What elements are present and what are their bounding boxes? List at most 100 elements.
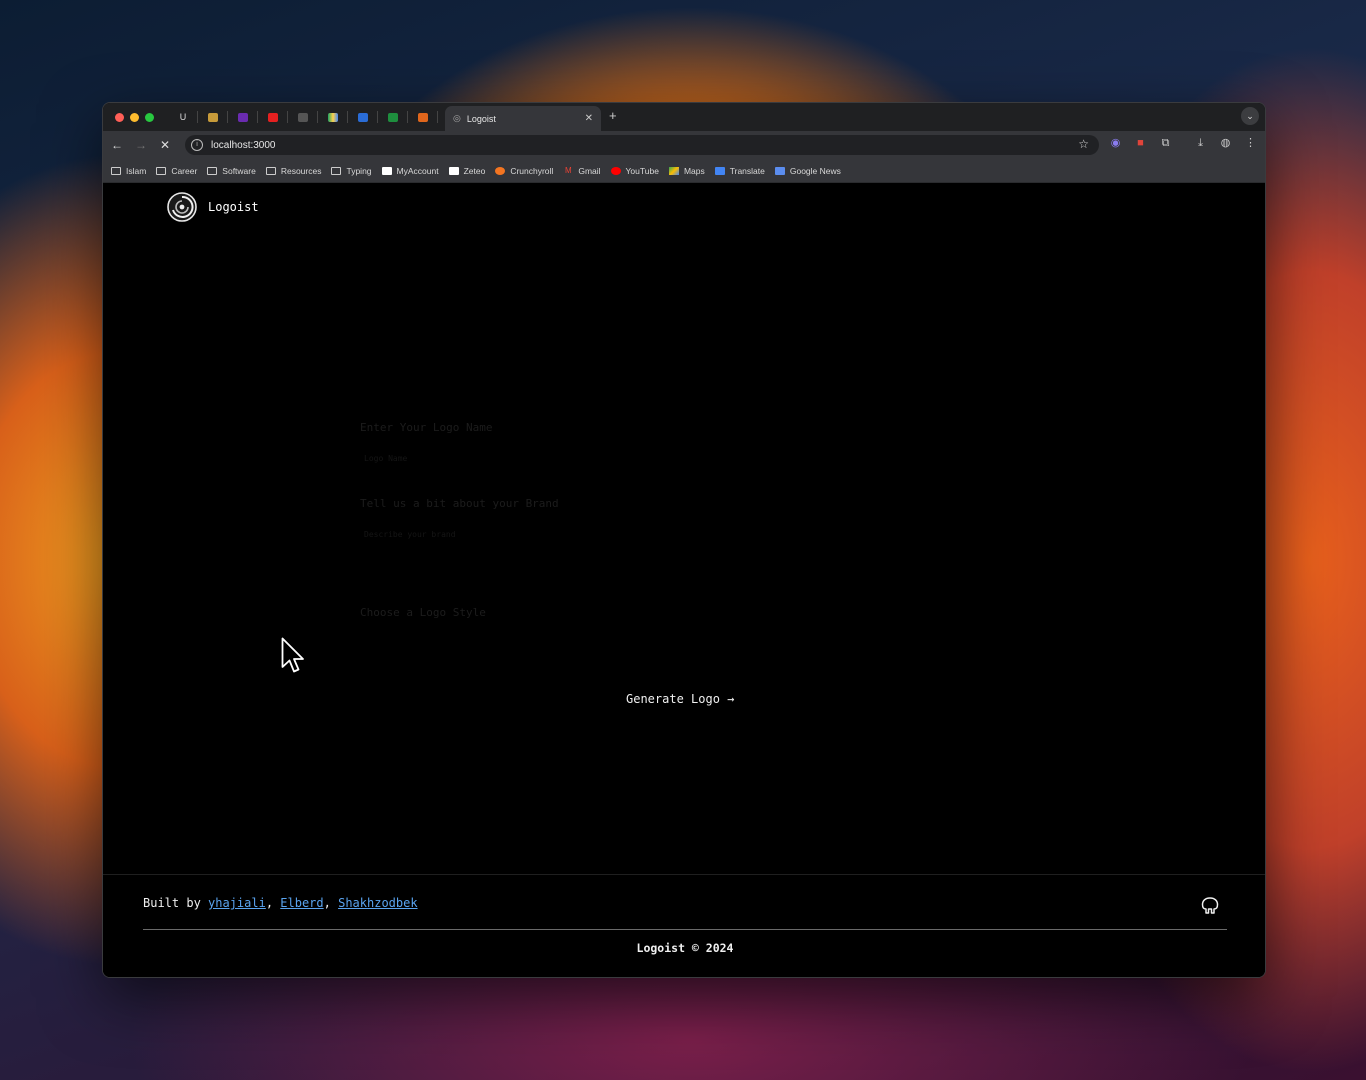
page-content: Logoist Enter Your Logo Name Logo Name T… — [103, 184, 1265, 977]
built-by-prefix: Built by — [143, 896, 209, 910]
bookmark-resources[interactable]: Resources — [265, 165, 322, 176]
brand-description-label: Tell us a bit about your Brand — [360, 497, 559, 510]
author-separator: , — [323, 896, 339, 910]
puzzle-icon[interactable]: ⧉ — [1159, 137, 1172, 150]
translate-icon — [714, 166, 725, 175]
brand-link[interactable]: Logoist — [167, 192, 259, 222]
mouse-cursor-icon — [281, 637, 304, 673]
bookmark-software[interactable]: Software — [207, 166, 256, 176]
tab-favicon — [328, 112, 338, 122]
author-link-shakhzodbek[interactable]: Shakhzodbek — [338, 896, 417, 910]
bookmark-star-icon[interactable]: ☆ — [1078, 137, 1089, 151]
folder-icon — [156, 166, 167, 175]
profile-avatar[interactable]: ◍ — [1219, 137, 1232, 150]
bookmark-maps[interactable]: Maps — [668, 165, 705, 176]
github-icon[interactable] — [1201, 895, 1219, 915]
tab-favicon — [268, 112, 278, 122]
bookmark-label: YouTube — [625, 165, 659, 176]
bookmark-label: Typing — [346, 165, 372, 176]
bookmark-label: Islam — [126, 165, 147, 176]
bookmark-crunchyroll[interactable]: Crunchyroll — [495, 166, 553, 176]
footer-divider — [143, 929, 1227, 930]
author-link-elberd[interactable]: Elberd — [280, 896, 323, 910]
window-controls — [115, 112, 154, 122]
copyright-text: Logoist © 2024 — [636, 941, 734, 955]
tab-favicon — [418, 112, 428, 122]
bookmark-myaccount[interactable]: MyAccount — [381, 165, 439, 176]
tab-search-button[interactable]: ⌄ — [1241, 107, 1259, 125]
site-info-icon[interactable]: i — [191, 139, 203, 151]
bookmark-label: Gmail — [578, 165, 601, 176]
download-icon[interactable]: ⤓ — [1194, 137, 1207, 150]
brand-description-input[interactable]: Describe your brand — [364, 530, 456, 539]
tab-mini[interactable] — [228, 103, 258, 131]
globe-icon: ◎ — [453, 113, 461, 123]
new-tab-button[interactable]: + — [609, 109, 617, 123]
folder-icon — [111, 166, 121, 175]
tab-active[interactable]: ◎ Logoist ✕ — [445, 106, 601, 131]
extension-icon[interactable]: ■ — [1134, 137, 1147, 150]
bookmark-google-news[interactable]: Google News — [774, 166, 841, 176]
tab-mini[interactable] — [348, 103, 378, 131]
bookmark-career[interactable]: Career — [156, 166, 197, 176]
tab-favicon: U — [179, 112, 187, 122]
brand-name: Logoist — [208, 200, 259, 214]
tab-mini[interactable] — [318, 103, 348, 131]
tab-favicon — [238, 112, 248, 122]
browser-window: U ◎ Logoist ✕ + ⌄ ← → ✕ i localhost:3000… — [102, 102, 1266, 978]
google-news-icon — [774, 166, 785, 175]
tab-favicon — [388, 112, 398, 122]
tab-title: Logoist — [466, 113, 496, 124]
bookmark-zeteo[interactable]: Zeteo — [448, 165, 486, 176]
footer: Built by yhajiali, Elberd, Shakhzodbek L… — [103, 874, 1265, 977]
close-tab-icon[interactable]: ✕ — [585, 113, 593, 124]
minimize-window-button[interactable] — [130, 112, 139, 122]
logoist-logo-icon — [167, 192, 197, 222]
stop-loading-button[interactable]: ✕ — [153, 138, 177, 152]
forward-button[interactable]: → — [129, 138, 153, 152]
generate-logo-button[interactable]: Generate Logo → — [626, 692, 734, 706]
bookmark-islam[interactable]: Islam — [111, 166, 146, 176]
logo-name-label: Enter Your Logo Name — [360, 421, 493, 434]
bookmark-youtube[interactable]: YouTube — [610, 165, 659, 176]
bookmark-label: Translate — [729, 165, 765, 176]
address-url[interactable]: localhost:3000 — [211, 140, 276, 151]
bookmark-label: Resources — [280, 165, 322, 176]
tab-mini[interactable] — [408, 103, 438, 131]
maximize-window-button[interactable] — [145, 112, 154, 122]
tab-mini[interactable] — [258, 103, 288, 131]
tab-mini[interactable] — [378, 103, 408, 131]
tab-mini[interactable] — [288, 103, 318, 131]
tab-favicon — [358, 112, 368, 122]
close-window-button[interactable] — [115, 112, 124, 122]
bookmark-label: Software — [222, 165, 256, 176]
bookmark-label: Career — [171, 165, 198, 176]
bookmarks-bar: Islam Career Software Resources Typing M… — [103, 159, 1265, 183]
logo-style-label: Choose a Logo Style — [360, 606, 486, 619]
myaccount-icon — [381, 166, 392, 175]
tab-favicon — [208, 112, 218, 122]
tab-mini[interactable]: U — [168, 103, 198, 131]
bookmark-gmail[interactable]: M Gmail — [563, 165, 601, 176]
tab-mini[interactable] — [198, 103, 228, 131]
extension-icon[interactable]: ◉ — [1109, 137, 1122, 150]
bookmark-label: Zeteo — [463, 165, 486, 176]
bookmark-typing[interactable]: Typing — [331, 165, 372, 176]
address-bar[interactable]: i localhost:3000 ☆ — [185, 135, 1099, 155]
gmail-icon: M — [564, 165, 572, 175]
back-button[interactable]: ← — [105, 138, 129, 152]
bookmark-translate[interactable]: Translate — [714, 165, 765, 176]
author-link-yhajiali[interactable]: yhajiali — [208, 896, 266, 910]
author-separator: , — [265, 896, 281, 910]
menu-kebab-icon[interactable]: ⋮ — [1244, 137, 1257, 150]
bookmark-label: MyAccount — [396, 165, 439, 176]
bookmark-label: Maps — [683, 165, 705, 176]
youtube-icon — [610, 166, 621, 175]
maps-icon — [668, 166, 679, 175]
browser-toolbar: ← → ✕ i localhost:3000 ☆ ◉ ■ ⧉ ⤓ ◍ ⋮ — [103, 131, 1265, 159]
bookmark-label: Crunchyroll — [510, 165, 554, 176]
folder-icon — [265, 166, 276, 175]
tab-favicon — [298, 112, 308, 122]
logo-name-input[interactable]: Logo Name — [364, 454, 407, 463]
zeteo-icon — [448, 166, 459, 175]
